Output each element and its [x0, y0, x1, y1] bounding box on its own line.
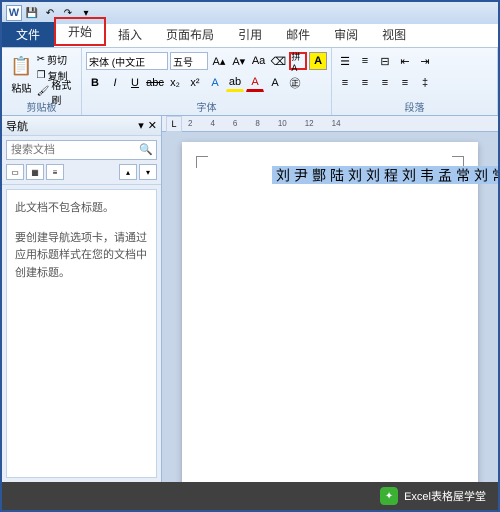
tab-mail[interactable]: 邮件	[274, 22, 322, 47]
paste-label: 粘贴	[11, 80, 31, 95]
paragraph-group-label: 段落	[332, 98, 497, 115]
document-page[interactable]: 肖常常刘常孟韦刘程刘刘陆酆尹刘	[182, 142, 478, 482]
selected-char: 程	[380, 166, 398, 184]
nav-next-icon[interactable]: ▾	[139, 164, 157, 180]
font-color-button[interactable]: A	[246, 74, 264, 92]
save-icon[interactable]: 💾	[24, 5, 40, 21]
selected-text-column[interactable]: 肖常常刘常孟韦刘程刘刘陆酆尹刘	[272, 166, 498, 184]
selected-char: 陆	[326, 166, 344, 184]
nav-msg-empty: 此文档不包含标题。	[15, 200, 148, 218]
cut-button[interactable]: ✂剪切	[37, 52, 77, 67]
superscript-button[interactable]: x²	[186, 74, 204, 92]
selected-char: 酆	[308, 166, 326, 184]
nav-prev-icon[interactable]: ▴	[119, 164, 137, 180]
scissors-icon: ✂	[37, 54, 45, 65]
tab-home[interactable]: 开始	[54, 17, 106, 46]
line-spacing-button[interactable]: ‡	[416, 74, 434, 92]
paste-button[interactable]: 📋 粘贴	[6, 50, 37, 100]
copy-icon: ❐	[37, 70, 46, 81]
group-font: A▴ A▾ Aa ⌫ 拼A A B I U abc x₂ x² A ab A A…	[82, 48, 332, 115]
nav-body: 此文档不包含标题。 要创建导航选项卡，请通过应用标题样式在您的文档中创建标题。	[6, 189, 157, 478]
ribbon-tabs: 文件 开始 插入 页面布局 引用 邮件 审阅 视图	[2, 24, 498, 48]
bullets-button[interactable]: ☰	[336, 52, 354, 70]
search-input[interactable]	[6, 140, 157, 160]
shrink-font-button[interactable]: A▾	[230, 52, 248, 70]
clipboard-group-label: 剪贴板	[2, 98, 81, 115]
format-painter-button[interactable]: 🖌格式刷	[37, 84, 77, 99]
tab-insert[interactable]: 插入	[106, 22, 154, 47]
tab-view[interactable]: 视图	[370, 22, 418, 47]
group-clipboard: 📋 粘贴 ✂剪切 ❐复制 🖌格式刷 剪贴板	[2, 48, 82, 115]
paste-icon: 📋	[9, 52, 33, 80]
search-icon[interactable]: 🔍	[139, 143, 153, 156]
font-group-label: 字体	[82, 98, 331, 115]
watermark-text: Excel表格屋学堂	[404, 488, 486, 504]
ruler-corner[interactable]: L	[166, 116, 182, 132]
multilevel-button[interactable]: ⊟	[376, 52, 394, 70]
tab-layout[interactable]: 页面布局	[154, 22, 226, 47]
selected-char: 常	[452, 166, 470, 184]
nav-tab-headings[interactable]: ▭	[6, 164, 24, 180]
subscript-button[interactable]: x₂	[166, 74, 184, 92]
tab-references[interactable]: 引用	[226, 22, 274, 47]
underline-button[interactable]: U	[126, 74, 144, 92]
italic-button[interactable]: I	[106, 74, 124, 92]
align-center-button[interactable]: ≡	[356, 74, 374, 92]
nav-tab-results[interactable]: ≡	[46, 164, 64, 180]
increase-indent-button[interactable]: ⇥	[416, 52, 434, 70]
justify-button[interactable]: ≡	[396, 74, 414, 92]
body-area: 导航 ▾ ✕ 🔍 ▭ ▦ ≡ ▴ ▾ 此文档不包含标题。 要创建导航选项卡，请通…	[2, 116, 498, 482]
horizontal-ruler[interactable]: 2 4 6 8 10 12 14	[162, 116, 498, 132]
selected-char: 孟	[434, 166, 452, 184]
selected-char: 刘	[344, 166, 362, 184]
nav-search: 🔍	[6, 140, 157, 160]
nav-view-tabs: ▭ ▦ ≡ ▴ ▾	[2, 164, 161, 185]
bold-button[interactable]: B	[86, 74, 104, 92]
highlight-color-button[interactable]: ab	[226, 74, 244, 92]
selected-char: 尹	[290, 166, 308, 184]
nav-header: 导航 ▾ ✕	[2, 116, 161, 136]
strike-button[interactable]: abc	[146, 74, 164, 92]
tab-review[interactable]: 审阅	[322, 22, 370, 47]
selected-char: 刘	[362, 166, 380, 184]
nav-dropdown-icon[interactable]: ▾	[138, 119, 144, 132]
selected-char: 刘	[272, 166, 290, 184]
align-right-button[interactable]: ≡	[376, 74, 394, 92]
ribbon: 📋 粘贴 ✂剪切 ❐复制 🖌格式刷 剪贴板 A▴ A▾ Aa ⌫ 拼A A B …	[2, 48, 498, 116]
char-shading-button[interactable]: A	[266, 74, 284, 92]
char-border-button[interactable]: A	[309, 52, 327, 70]
navigation-pane: 导航 ▾ ✕ 🔍 ▭ ▦ ≡ ▴ ▾ 此文档不包含标题。 要创建导航选项卡，请通…	[2, 116, 162, 482]
text-effects-button[interactable]: A	[206, 74, 224, 92]
nav-msg-hint: 要创建导航选项卡，请通过应用标题样式在您的文档中创建标题。	[15, 230, 148, 283]
brush-icon: 🖌	[37, 86, 50, 97]
phonetic-guide-button[interactable]: 拼A	[289, 52, 307, 70]
font-size-select[interactable]	[170, 52, 208, 70]
enclose-char-button[interactable]: ㊣	[286, 74, 304, 92]
numbering-button[interactable]: ≡	[356, 52, 374, 70]
margin-mark-tl	[196, 156, 208, 168]
tab-file[interactable]: 文件	[2, 22, 54, 47]
document-area: L 2 4 6 8 10 12 14 肖常常刘常孟韦刘程刘刘陆酆尹刘	[162, 116, 498, 482]
watermark-footer: ✦ Excel表格屋学堂	[2, 482, 498, 510]
wechat-icon: ✦	[380, 487, 398, 505]
selected-char: 常	[488, 166, 498, 184]
selected-char: 刘	[398, 166, 416, 184]
nav-title: 导航	[6, 118, 28, 134]
selected-char: 韦	[416, 166, 434, 184]
nav-close-icon[interactable]: ✕	[148, 119, 157, 132]
word-logo-icon: W	[6, 5, 22, 21]
decrease-indent-button[interactable]: ⇤	[396, 52, 414, 70]
clear-format-button[interactable]: ⌫	[269, 52, 287, 70]
font-name-select[interactable]	[86, 52, 168, 70]
change-case-button[interactable]: Aa	[250, 52, 268, 70]
align-left-button[interactable]: ≡	[336, 74, 354, 92]
grow-font-button[interactable]: A▴	[210, 52, 228, 70]
nav-tab-pages[interactable]: ▦	[26, 164, 44, 180]
selected-char: 刘	[470, 166, 488, 184]
group-paragraph: ☰ ≡ ⊟ ⇤ ⇥ ≡ ≡ ≡ ≡ ‡ 段落	[332, 48, 498, 115]
